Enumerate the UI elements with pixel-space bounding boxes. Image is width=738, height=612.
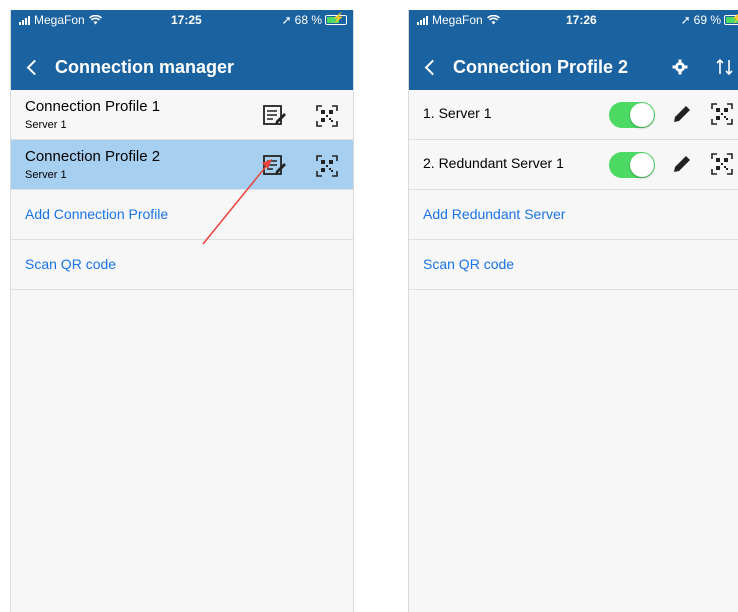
server-row-1[interactable]: 1. Server 1 (409, 90, 738, 140)
battery-icon: ⚡ (325, 13, 347, 25)
profile-subtitle: Server 1 (25, 119, 67, 131)
scan-qr-button[interactable]: Scan QR code (11, 240, 353, 290)
carrier-name: MegaFon (432, 13, 483, 27)
page-title: Connection manager (55, 56, 235, 77)
scan-qr-button[interactable]: Scan QR code (409, 240, 738, 290)
profile-title: Connection Profile 1 (25, 98, 161, 115)
server-label: 1. Server 1 (423, 105, 492, 121)
server-enabled-toggle[interactable] (609, 152, 655, 178)
scan-qr-label: Scan QR code (25, 256, 117, 272)
pencil-icon[interactable] (671, 153, 693, 180)
page-title: Connection Profile 2 (453, 56, 629, 77)
battery-percent: 68 % (294, 13, 322, 27)
profile-row-2[interactable]: Connection Profile 2 Server 1 (11, 140, 353, 190)
navigation-bar: Connection Profile 2 (409, 44, 738, 90)
edit-list-icon[interactable] (263, 105, 287, 132)
profile-title: Connection Profile 2 (25, 148, 161, 165)
connection-manager-screen: MegaFon 17:25 ➚ 68 % ⚡ Connection manage… (10, 10, 354, 612)
add-connection-profile-button[interactable]: Add Connection Profile (11, 190, 353, 240)
battery-icon: ⚡ (724, 13, 738, 25)
carrier-name: MegaFon (34, 13, 85, 27)
add-connection-profile-label: Add Connection Profile (25, 206, 169, 222)
add-redundant-server-label: Add Redundant Server (423, 206, 566, 222)
status-time: 17:25 (171, 13, 202, 27)
qr-code-icon[interactable] (316, 155, 338, 182)
edit-list-icon[interactable] (263, 155, 287, 182)
status-bar: MegaFon 17:26 ➚ 69 % ⚡ (409, 10, 738, 44)
location-arrow-icon: ➚ (281, 13, 292, 27)
location-arrow-icon: ➚ (680, 13, 691, 27)
sort-icon[interactable] (714, 56, 736, 78)
qr-code-icon[interactable] (711, 103, 733, 130)
status-time: 17:26 (566, 13, 597, 27)
server-enabled-toggle[interactable] (609, 102, 655, 128)
connection-profile-screen: MegaFon 17:26 ➚ 69 % ⚡ Connection Profil… (408, 10, 738, 612)
server-row-2[interactable]: 2. Redundant Server 1 (409, 140, 738, 190)
pencil-icon[interactable] (671, 103, 693, 130)
server-label: 2. Redundant Server 1 (423, 155, 564, 171)
profile-row-1[interactable]: Connection Profile 1 Server 1 (11, 90, 353, 140)
wifi-icon (486, 15, 500, 25)
gear-icon[interactable] (669, 56, 691, 78)
profile-subtitle: Server 1 (25, 169, 67, 181)
battery-percent: 69 % (693, 13, 721, 27)
qr-code-icon[interactable] (711, 153, 733, 180)
add-redundant-server-button[interactable]: Add Redundant Server (409, 190, 738, 240)
wifi-icon (88, 15, 102, 25)
qr-code-icon[interactable] (316, 105, 338, 132)
cellular-signal-icon (19, 15, 30, 25)
navigation-bar: Connection manager (11, 44, 353, 90)
scan-qr-label: Scan QR code (423, 256, 515, 272)
chevron-left-icon[interactable] (419, 44, 447, 90)
cellular-signal-icon (417, 15, 428, 25)
chevron-left-icon[interactable] (21, 44, 49, 90)
status-bar: MegaFon 17:25 ➚ 68 % ⚡ (11, 10, 353, 44)
